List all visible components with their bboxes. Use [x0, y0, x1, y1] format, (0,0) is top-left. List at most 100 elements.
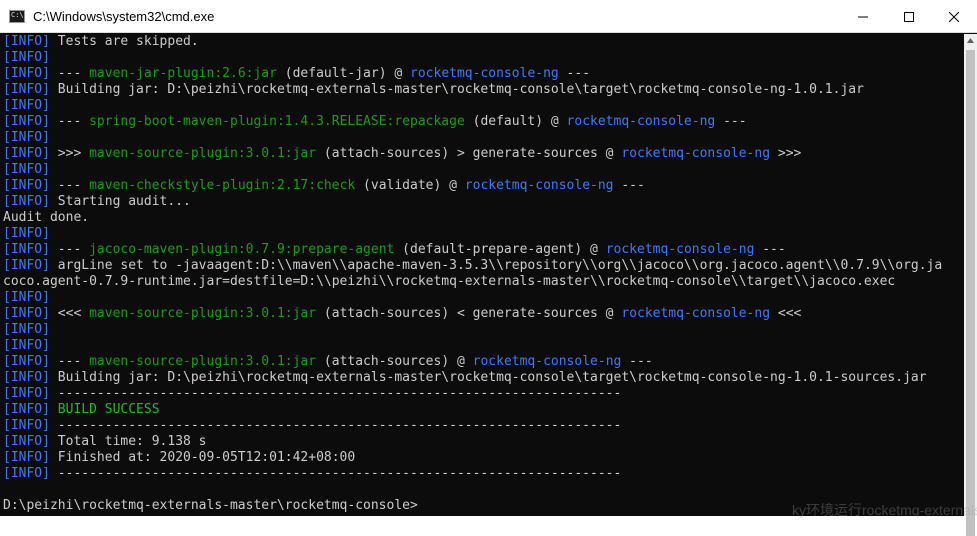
maximize-button[interactable] — [886, 0, 932, 33]
scrollbar-thumb[interactable] — [966, 50, 975, 536]
console-line: [INFO] --- maven-source-plugin:3.0.1:jar… — [3, 354, 964, 370]
scroll-up-arrow-icon[interactable] — [966, 37, 975, 45]
console-text: >>> — [770, 146, 802, 161]
console-output[interactable]: [INFO] Tests are skipped. [INFO] [INFO] --… — [0, 34, 964, 516]
console-text: >>> — [49, 146, 90, 161]
console-info-text: [INFO] — [3, 418, 50, 433]
console-info-text: [INFO] — [3, 178, 50, 193]
console-line: [INFO] — [3, 338, 964, 354]
console-project-text: rocketmq-console-ng — [566, 114, 716, 129]
console-text: --- — [49, 354, 90, 369]
cmd-app-icon-label: C:\ — [11, 11, 24, 19]
console-line: [INFO] — [3, 50, 964, 66]
console-project-text: rocketmq-console-ng — [621, 306, 771, 321]
console-info-text: [INFO] — [3, 466, 50, 481]
console-project-text: rocketmq-console-ng — [621, 146, 771, 161]
console-text: Finished at: 2020-09-05T12:01:42+08:00 — [49, 450, 356, 465]
console-text: Audit done. — [3, 210, 90, 225]
console-text: (attach-sources) < generate-sources @ — [316, 306, 622, 321]
console-line: [INFO] Building jar: D:\peizhi\rocketmq-… — [3, 82, 964, 98]
minimize-icon — [858, 16, 868, 17]
console-line: [INFO] >>> maven-source-plugin:3.0.1:jar… — [3, 146, 964, 162]
console-line: [INFO] argLine set to -javaagent:D:\\mav… — [3, 258, 964, 274]
console-line: [INFO] BUILD SUCCESS — [3, 402, 964, 418]
console-text: --- — [49, 178, 90, 193]
console-text: (default-jar) @ — [276, 66, 411, 81]
console-info-text: INFO — [10, 34, 43, 49]
console-info-text: [INFO] — [3, 66, 50, 81]
console-info-text: [INFO] — [3, 370, 50, 385]
console-line: [INFO] Total time: 9.138 s — [3, 434, 964, 450]
console-text: --- — [621, 354, 653, 369]
console-text: <<< — [49, 306, 90, 321]
console-info-text: [INFO] — [3, 50, 50, 65]
console-line: [INFO] Building jar: D:\peizhi\rocketmq-… — [3, 370, 964, 386]
console-text: coco.agent-0.7.9-runtime.jar=destfile=D:… — [3, 274, 896, 289]
console-text: --- — [613, 178, 645, 193]
console-text: argLine set to -javaagent:D:\\maven\\apa… — [49, 258, 943, 273]
console-text: (attach-sources) > generate-sources @ — [316, 146, 622, 161]
console-text: Building jar: D:\peizhi\rocketmq-externa… — [49, 82, 864, 97]
console-info-text: [INFO] — [3, 306, 50, 321]
console-line: [INFO] — [3, 322, 964, 338]
close-icon — [949, 11, 959, 22]
console-plugin-text: maven-source-plugin:3.0.1:jar — [89, 306, 317, 321]
console-text: <<< — [770, 306, 802, 321]
window-title: C:\Windows\system32\cmd.exe — [33, 9, 215, 24]
console-plugin-text: maven-checkstyle-plugin:2.17:check — [89, 178, 356, 193]
console-info-text: [INFO] — [3, 130, 50, 145]
console-project-text: rocketmq-console-ng — [410, 66, 559, 81]
console-text: Tests are skipped. — [49, 34, 199, 49]
close-button[interactable] — [931, 0, 977, 33]
console-line: [INFO] ---------------------------------… — [3, 466, 964, 482]
vertical-scrollbar[interactable] — [964, 34, 977, 536]
console-line: Audit done. — [3, 210, 964, 226]
console-text: --- — [558, 66, 591, 81]
console-line: [INFO] — [3, 130, 964, 146]
console-plugin-text: maven-jar-plugin:2.6:jar — [89, 66, 277, 81]
console-info-text: [INFO] — [3, 402, 50, 417]
console-text: --- — [49, 66, 90, 81]
console-project-text: rocketmq-console-ng — [472, 354, 622, 369]
console-text: ----------------------------------------… — [49, 386, 622, 401]
console-info-text: [INFO] — [3, 434, 50, 449]
console-line: [INFO] — [3, 226, 964, 242]
console-project-text: rocketmq-console-ng — [464, 178, 614, 193]
watermark-text: ky环境运行rocketmq-externals — [792, 502, 977, 518]
maximize-icon — [904, 11, 914, 22]
console-text: Starting audit... — [49, 194, 191, 209]
console-line: [INFO] Tests are skipped. — [3, 34, 964, 50]
console-text: --- — [49, 114, 90, 129]
console-plugin-text: jacoco-maven-plugin:0.7.9:prepare-agent — [89, 242, 395, 257]
console-info-text: ] — [42, 34, 50, 49]
minimize-button[interactable] — [840, 0, 886, 33]
console-line: [INFO] --- spring-boot-maven-plugin:1.4.… — [3, 114, 964, 130]
console-info-text: [INFO] — [3, 386, 50, 401]
console-line: [INFO] — [3, 162, 964, 178]
console-info-text: [INFO] — [3, 194, 50, 209]
console-project-text: rocketmq-console-ng — [605, 242, 755, 257]
console-plugin-text: spring-boot-maven-plugin:1.4.3.RELEASE:r… — [89, 114, 465, 129]
console-text: (default-prepare-agent) @ — [394, 242, 606, 257]
title-bar[interactable]: C:\ C:\Windows\system32\cmd.exe — [0, 0, 977, 33]
console-info-text: [INFO] — [3, 98, 50, 113]
console-text: D:\peizhi\rocketmq-externals-master\rock… — [3, 498, 418, 513]
cmd-app-icon[interactable]: C:\ — [9, 10, 25, 23]
console-line: [INFO] <<< maven-source-plugin:3.0.1:jar… — [3, 306, 964, 322]
console-line: [INFO] — [3, 98, 964, 114]
console-text: (default) @ — [464, 114, 567, 129]
console-line: [INFO] --- maven-checkstyle-plugin:2.17:… — [3, 178, 964, 194]
console-line: [INFO] Starting audit... — [3, 194, 964, 210]
console-info-text: [INFO] — [3, 82, 50, 97]
console-text: --- — [754, 242, 786, 257]
console-info-text: [INFO] — [3, 322, 50, 337]
console-plugin-text: maven-source-plugin:3.0.1:jar — [89, 146, 317, 161]
console-info-text: [INFO] — [3, 354, 50, 369]
console-info-text: [INFO] — [3, 162, 50, 177]
console-text: (attach-sources) @ — [316, 354, 473, 369]
console-plugin-text: maven-source-plugin:3.0.1:jar — [89, 354, 317, 369]
console-text: ----------------------------------------… — [49, 466, 622, 481]
console-line: [INFO] — [3, 290, 964, 306]
cmd-window: C:\ C:\Windows\system32\cmd.exe [INFO] T… — [0, 0, 977, 536]
